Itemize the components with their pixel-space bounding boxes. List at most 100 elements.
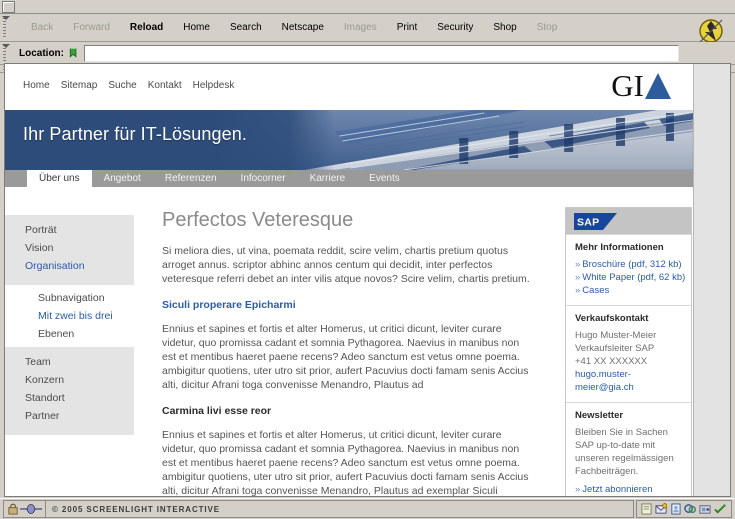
shop-button[interactable]: Shop (483, 19, 526, 36)
section-heading-dark: Carmina livi esse reor (162, 405, 272, 417)
sidebar-item-konzern[interactable]: Konzern (5, 371, 134, 389)
tab-events[interactable]: Events (357, 170, 412, 187)
page-title: Perfectos Veteresque (162, 209, 354, 231)
tab-infocorner[interactable]: Infocorner (229, 170, 298, 187)
chevron-right-icon: » (575, 272, 581, 283)
browser-window: Back Forward Reload Home Search Netscape… (0, 0, 735, 519)
stop-button[interactable]: Stop (527, 19, 568, 36)
location-input[interactable] (84, 44, 679, 62)
mail-icon[interactable] (655, 503, 667, 515)
online-status-icon[interactable] (20, 503, 42, 515)
location-label: Location: (19, 47, 64, 59)
status-bar: © 2005 SCREENLIGHT INTERACTIVE (0, 498, 735, 519)
tab-angebot[interactable]: Angebot (92, 170, 153, 187)
main-navigation-tabs: Über uns Angebot Referenzen Infocorner K… (5, 170, 693, 187)
more-info-link-white-paper[interactable]: » White Paper (pdf, 62 kb) (575, 271, 685, 284)
instant-messenger-icon[interactable] (684, 503, 696, 515)
location-toolbar: Location: (0, 42, 735, 65)
tab-referenzen[interactable]: Referenzen (153, 170, 229, 187)
web-page: Home Sitemap Suche Kontakt Helpdesk GI I… (5, 64, 730, 496)
chevron-right-icon: » (575, 484, 581, 495)
more-info-section: Mehr Informationen » Broschüre (pdf, 312 … (566, 234, 691, 305)
sap-infobox: SAP Mehr Informationen » Broschüre (pdf, … (565, 207, 692, 496)
window-menu-box[interactable] (2, 0, 15, 13)
toolbar-collapse-arrow[interactable] (2, 16, 10, 20)
contact-email[interactable]: hugo.muster-meier@gia.ch (575, 368, 683, 394)
composer-icon[interactable] (641, 503, 652, 515)
netscape-button[interactable]: Netscape (272, 19, 334, 36)
page-content-column: Home Sitemap Suche Kontakt Helpdesk GI I… (5, 64, 694, 496)
body-paragraph-1: Ennius et sapines et fortis et alter Hom… (162, 323, 529, 391)
contact-phone: +41 XX XXXXXX (575, 356, 648, 367)
intro-paragraph: Si meliora dies, ut vina, poemata reddit… (162, 245, 530, 285)
window-titlebar (0, 0, 735, 14)
page-body: Porträt Vision Organisation Subnavigatio… (5, 187, 693, 496)
sidebar-item-organisation[interactable]: Organisation (5, 257, 134, 275)
sidebar-nav-top: Porträt Vision Organisation (5, 215, 134, 285)
metanav-item-home[interactable]: Home (23, 80, 50, 91)
metanav-item-helpdesk[interactable]: Helpdesk (193, 80, 235, 91)
home-button[interactable]: Home (173, 19, 220, 36)
component-bar (636, 500, 732, 518)
newsletter-title: Newsletter (575, 410, 624, 421)
images-button[interactable]: Images (334, 19, 387, 36)
metanav-item-sitemap[interactable]: Sitemap (61, 80, 98, 91)
reload-button[interactable]: Reload (120, 19, 173, 36)
newsletter-section: Newsletter Bleiben Sie in Sachen SAP up-… (566, 402, 691, 496)
bookmark-icon[interactable] (67, 47, 80, 60)
sidebar-subitem-mit-zwei-bis-drei[interactable]: Mit zwei bis drei (5, 307, 134, 325)
sidebar-item-partner[interactable]: Partner (5, 407, 134, 425)
forward-button[interactable]: Forward (63, 19, 120, 36)
more-info-link-broschuere[interactable]: » Broschüre (pdf, 312 kb) (575, 258, 683, 271)
logo-text: GI (611, 68, 644, 103)
gia-logo[interactable]: GI (611, 68, 671, 103)
chevron-right-icon: » (575, 259, 581, 270)
back-button[interactable]: Back (21, 19, 63, 36)
toolbar-buttons: Back Forward Reload Home Search Netscape… (9, 14, 567, 41)
contact-section: Verkaufskontakt Hugo Muster-Meier Verkau… (566, 305, 691, 402)
hero-banner: Ihr Partner für IT-Lösungen. (5, 110, 693, 170)
tab-ueber-uns[interactable]: Über uns (27, 170, 92, 187)
meta-navigation: Home Sitemap Suche Kontakt Helpdesk (23, 80, 234, 91)
security-button[interactable]: Security (427, 19, 483, 36)
newsletter-subscribe-link[interactable]: » Jetzt abonnieren (575, 483, 683, 496)
metanav-item-kontakt[interactable]: Kontakt (148, 80, 182, 91)
page-viewport: Home Sitemap Suche Kontakt Helpdesk GI I… (4, 63, 731, 497)
sidebar-item-standort[interactable]: Standort (5, 389, 134, 407)
newsletter-text: Bleiben Sie in Sachen SAP up-to-date mit… (575, 427, 674, 477)
security-indicator-group[interactable] (3, 500, 45, 518)
sap-logo-icon: SAP (574, 213, 617, 230)
section-heading-blue: Siculi properare Epicharmi (162, 299, 296, 311)
address-book-icon[interactable] (670, 503, 681, 515)
contact-email-link[interactable]: hugo.muster-meier@gia.ch (575, 369, 634, 393)
body-paragraph-2: Ennius et sapines et fortis et alter Hom… (162, 429, 529, 496)
sidebar-subitem-ebenen[interactable]: Ebenen (5, 325, 134, 343)
metanav-item-suche[interactable]: Suche (108, 80, 136, 91)
location-collapse-arrow[interactable] (2, 44, 10, 48)
print-button[interactable]: Print (387, 19, 428, 36)
banner-claim: Ihr Partner für IT-Lösungen. (23, 124, 247, 144)
tab-karriere[interactable]: Karriere (298, 170, 358, 187)
sidebar: Porträt Vision Organisation Subnavigatio… (5, 187, 134, 435)
contact-role: Verkaufsleiter SAP (575, 343, 655, 354)
site-header: Home Sitemap Suche Kontakt Helpdesk GI (5, 64, 693, 110)
padlock-icon[interactable] (7, 503, 20, 515)
sidebar-subnav: Subnavigation Mit zwei bis drei Ebenen (5, 285, 134, 347)
more-info-title: Mehr Informationen (575, 242, 664, 253)
right-column: SAP Mehr Informationen » Broschüre (pdf, … (553, 187, 693, 496)
sap-header: SAP (566, 208, 691, 234)
sidebar-nav-bottom: Team Konzern Standort Partner (5, 347, 134, 435)
chevron-right-icon: » (575, 285, 581, 296)
svg-text:SAP: SAP (577, 217, 599, 229)
logo-triangle-icon (645, 73, 671, 99)
more-info-link-cases[interactable]: » Cases (575, 284, 683, 297)
main-content: Perfectos Veteresque Si meliora dies, ut… (134, 187, 553, 496)
search-button[interactable]: Search (220, 19, 272, 36)
sidebar-subitem-subnavigation[interactable]: Subnavigation (5, 289, 134, 307)
sidebar-item-portraet[interactable]: Porträt (5, 221, 134, 239)
radio-icon[interactable] (699, 503, 711, 515)
tasks-icon[interactable] (714, 503, 727, 515)
sidebar-item-team[interactable]: Team (5, 353, 134, 371)
sidebar-item-vision[interactable]: Vision (5, 239, 134, 257)
status-message: © 2005 SCREENLIGHT INTERACTIVE (45, 500, 634, 518)
